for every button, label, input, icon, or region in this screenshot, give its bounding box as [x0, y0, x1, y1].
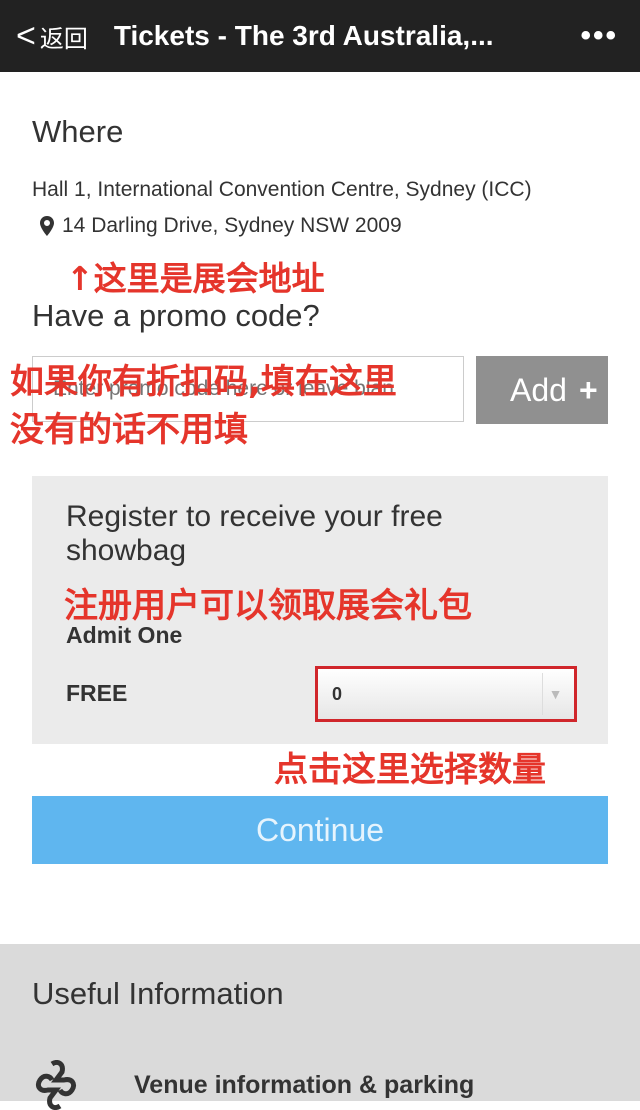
- venue-name: Hall 1, International Convention Centre,…: [32, 178, 532, 201]
- venue-info-link[interactable]: Venue information & parking: [30, 1060, 474, 1110]
- register-heading: Register to receive your free showbag: [66, 500, 443, 567]
- plus-icon: +: [578, 371, 598, 408]
- chevron-left-icon: <: [16, 16, 36, 55]
- annotation-promo-1: 如果你有折扣码,填在这里: [10, 362, 397, 402]
- annotation-showbag: 注册用户可以领取展会礼包: [64, 586, 472, 626]
- annotation-address: ↑这里是展会地址: [66, 259, 325, 298]
- continue-button[interactable]: Continue: [32, 796, 608, 864]
- annotation-promo-2: 没有的话不用填: [10, 410, 248, 450]
- ticket-price: FREE: [66, 680, 128, 706]
- nav-bar: < 返回 Tickets - The 3rd Australia,... •••: [0, 0, 640, 72]
- promo-heading: Have a promo code?: [32, 298, 320, 333]
- add-promo-button[interactable]: Add +: [476, 356, 608, 424]
- quantity-value: 0: [332, 683, 343, 704]
- back-button[interactable]: < 返回: [16, 17, 88, 56]
- quantity-select[interactable]: 0 ▼: [315, 666, 577, 722]
- add-label: Add: [510, 371, 567, 408]
- map-pin-icon: [40, 216, 54, 236]
- where-heading: Where: [32, 114, 124, 149]
- annotation-quantity: 点击这里选择数量: [274, 750, 546, 790]
- back-label: 返回: [39, 25, 88, 53]
- venue-icon: [35, 1060, 77, 1110]
- useful-info-section: Useful Information Venue information & p…: [0, 944, 640, 1110]
- address-text: 14 Darling Drive, Sydney NSW 2009: [62, 214, 402, 237]
- chevron-down-icon: ▼: [542, 673, 568, 715]
- useful-heading: Useful Information: [32, 976, 284, 1011]
- venue-address: 14 Darling Drive, Sydney NSW 2009: [40, 214, 402, 238]
- page-title: Tickets - The 3rd Australia,...: [113, 20, 494, 51]
- venue-info-label: Venue information & parking: [134, 1070, 475, 1099]
- ellipsis-icon[interactable]: •••: [580, 19, 618, 53]
